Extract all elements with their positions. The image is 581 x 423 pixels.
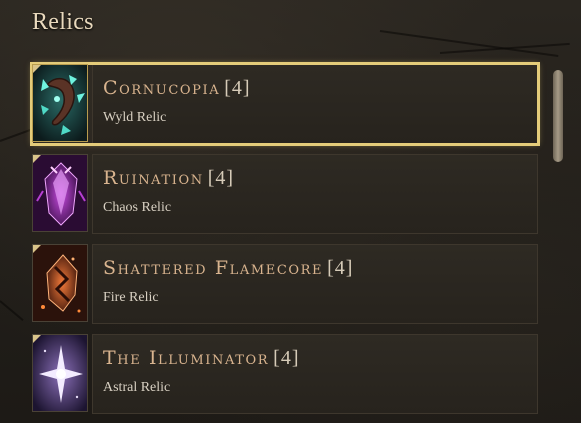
relic-card: Shattered Flamecore [4] Fire Relic	[92, 244, 538, 324]
illuminator-icon	[32, 334, 88, 412]
relic-row-cornucopia[interactable]: Cornucopia [4] Wyld Relic	[30, 62, 540, 146]
cornucopia-icon	[32, 64, 88, 142]
relic-name: Shattered Flamecore	[103, 257, 324, 279]
relic-row-the-illuminator[interactable]: The Illuminator [4] Astral Relic	[32, 334, 538, 414]
relic-card: Cornucopia [4] Wyld Relic	[92, 64, 538, 144]
relics-panel: Relics Cornucopia [4] Wyld Relic Ruinati…	[0, 0, 581, 423]
scrollbar-thumb[interactable]	[553, 70, 563, 162]
relic-name: The Illuminator	[103, 347, 270, 369]
relic-tier: [4]	[327, 257, 354, 279]
relic-card: Ruination [4] Chaos Relic	[92, 154, 538, 234]
relic-row-shattered-flamecore[interactable]: Shattered Flamecore [4] Fire Relic	[32, 244, 538, 324]
flamecore-icon	[32, 244, 88, 322]
relic-name: Cornucopia	[103, 77, 221, 99]
relic-name-line: Shattered Flamecore [4]	[103, 255, 537, 281]
ruination-icon	[32, 154, 88, 232]
background-crack	[439, 42, 570, 54]
relic-type: Astral Relic	[103, 380, 171, 395]
relic-tier: [4]	[224, 77, 251, 99]
relic-tier: [4]	[273, 347, 300, 369]
relic-name: Ruination	[103, 167, 204, 189]
panel-title: Relics	[32, 9, 94, 35]
relic-type: Wyld Relic	[103, 110, 167, 125]
relic-name-line: Ruination [4]	[103, 165, 537, 191]
relic-name-line: The Illuminator [4]	[103, 345, 537, 371]
relic-name-line: Cornucopia [4]	[103, 75, 537, 101]
relic-tier: [4]	[207, 167, 235, 189]
relic-type: Fire Relic	[103, 290, 159, 305]
relic-type: Chaos Relic	[103, 200, 172, 215]
background-crack	[379, 30, 559, 58]
background-crack	[0, 300, 24, 322]
relic-row-ruination[interactable]: Ruination [4] Chaos Relic	[32, 154, 538, 234]
relic-card: The Illuminator [4] Astral Relic	[92, 334, 538, 414]
relic-list: Cornucopia [4] Wyld Relic Ruination [4] …	[30, 62, 540, 423]
